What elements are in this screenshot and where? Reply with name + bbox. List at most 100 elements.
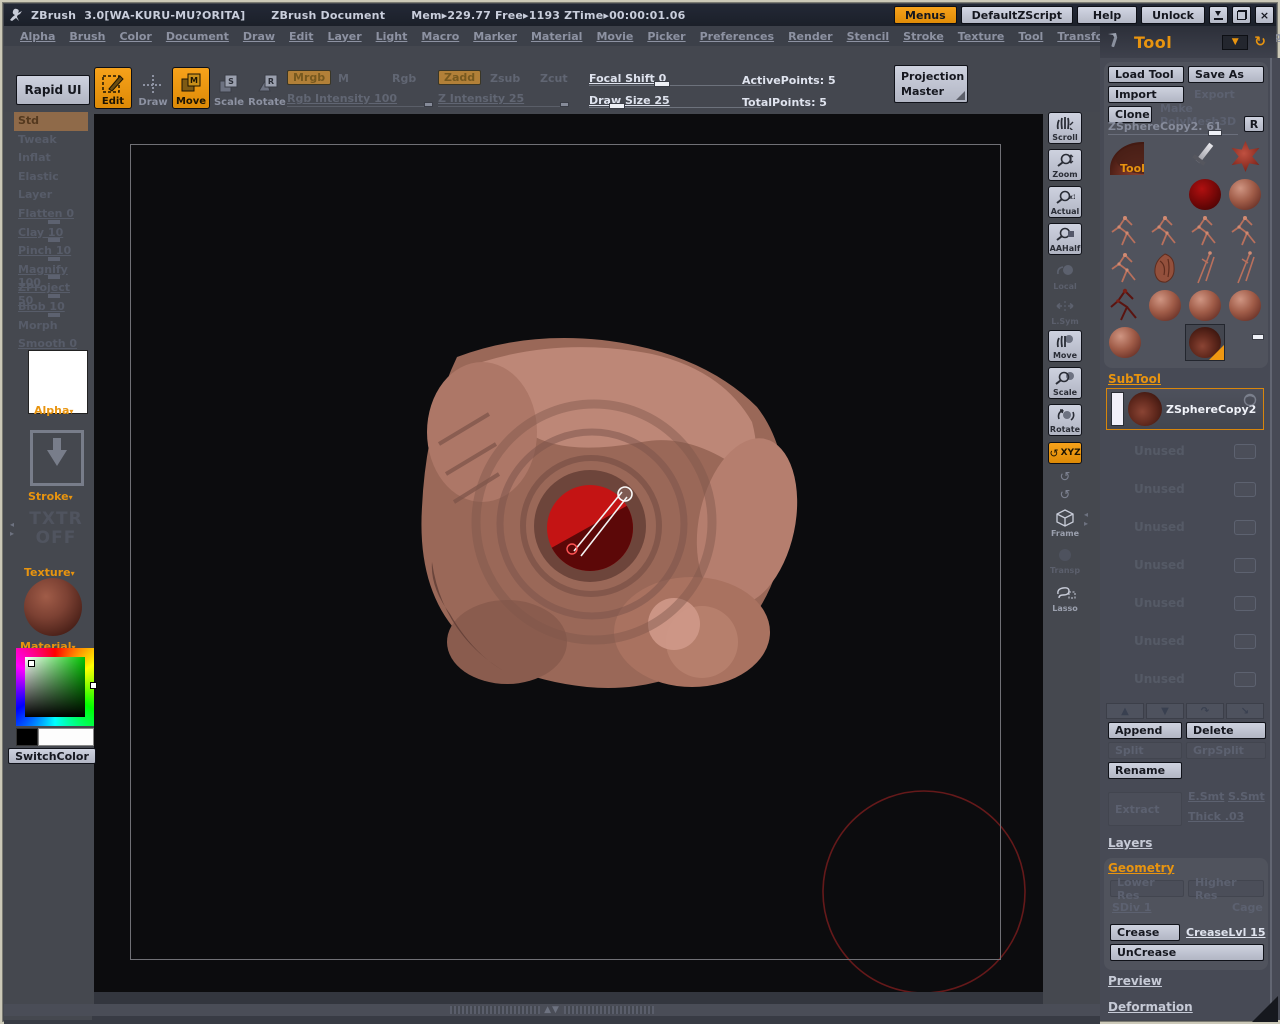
tool-thumbnail[interactable] xyxy=(1186,251,1224,286)
load-tool-button[interactable]: Load Tool xyxy=(1108,66,1184,83)
color-picker[interactable] xyxy=(16,648,94,726)
esmt-slider[interactable]: E.Smt xyxy=(1188,790,1224,803)
edit-mode-button[interactable]: Edit xyxy=(94,67,132,109)
stroke-dropdown[interactable]: Stroke▾ xyxy=(28,490,73,503)
actual-size-button[interactable]: x1 Actual xyxy=(1048,186,1082,218)
tool-thumbnail[interactable] xyxy=(1186,288,1224,323)
move-down-button[interactable]: ▼ xyxy=(1146,703,1184,719)
close-button[interactable]: × xyxy=(1255,6,1274,24)
menu-item[interactable]: Stencil xyxy=(847,30,890,43)
brush-item[interactable]: Inflat xyxy=(14,149,88,168)
subtool-checkbox[interactable] xyxy=(1234,520,1256,535)
tool-thumbnail[interactable] xyxy=(1106,288,1144,323)
tool-thumbnail[interactable] xyxy=(1226,214,1264,249)
texture-off-thumbnail[interactable]: TXTROFF xyxy=(18,510,94,548)
menu-item[interactable]: Tool xyxy=(1018,30,1043,43)
uncrease-button[interactable]: UnCrease xyxy=(1110,944,1264,961)
rotate-mode-button[interactable]: R Rotate xyxy=(248,67,286,109)
default-zscript-button[interactable]: DefaultZScript xyxy=(961,6,1073,24)
focal-shift-handle[interactable] xyxy=(654,81,670,87)
menu-item[interactable]: Render xyxy=(788,30,833,43)
menu-item[interactable]: Movie xyxy=(596,30,633,43)
brush-item[interactable]: Morph xyxy=(14,317,88,336)
tool-thumbnail[interactable] xyxy=(1226,288,1264,323)
alpha-dropdown[interactable]: Alpha▾ xyxy=(34,404,73,417)
left-pane-splitter[interactable]: ◂▸ xyxy=(10,520,14,538)
rapid-ui-button[interactable]: Rapid UI xyxy=(16,75,90,105)
tool-name-slider-handle[interactable] xyxy=(1208,130,1222,136)
rename-button[interactable]: Rename xyxy=(1108,762,1182,779)
menu-item[interactable]: Brush xyxy=(69,30,105,43)
menu-item[interactable]: Marker xyxy=(473,30,517,43)
draw-mode-button[interactable]: Draw xyxy=(136,67,170,109)
extract-button[interactable]: Extract xyxy=(1108,792,1182,826)
scroll-button[interactable]: Scroll xyxy=(1048,112,1082,144)
brush-item[interactable]: ZProject 50 xyxy=(14,279,88,298)
menu-item[interactable]: Texture xyxy=(958,30,1005,43)
secondary-color-swatch[interactable] xyxy=(16,728,38,746)
panel-scrollbar[interactable] xyxy=(1270,58,1272,1020)
delete-button[interactable]: Delete xyxy=(1186,722,1266,739)
menu-item[interactable]: Color xyxy=(119,30,151,43)
subtool-checkbox[interactable] xyxy=(1234,558,1256,573)
r-button[interactable]: R xyxy=(1244,116,1264,132)
brush-item[interactable]: Tweak xyxy=(14,131,88,150)
rotate-z-icon[interactable]: ↺ xyxy=(1054,488,1076,504)
m-toggle[interactable]: M xyxy=(338,72,349,85)
tool-thumbnail[interactable] xyxy=(1146,325,1184,360)
brush-item[interactable]: Magnify 100 xyxy=(14,261,88,280)
brush-item[interactable]: Std xyxy=(14,112,88,131)
rgb-intensity-handle[interactable] xyxy=(424,102,433,107)
mrgb-toggle[interactable]: Mrgb xyxy=(287,70,331,85)
brush-item[interactable]: Flatten 0 xyxy=(14,205,88,224)
eye-icon[interactable] xyxy=(1241,392,1259,411)
right-pane-splitter[interactable]: ◂▸ xyxy=(1084,510,1088,528)
scale-mode-button[interactable]: S Scale xyxy=(212,67,246,109)
subtool-checkbox[interactable] xyxy=(1234,672,1256,687)
tool-thumbnail[interactable] xyxy=(1106,325,1144,360)
active-tool-preview[interactable]: Tool▾ xyxy=(1106,140,1144,175)
switch-color-button[interactable]: SwitchColor xyxy=(8,748,96,764)
move-up-button[interactable]: ▲ xyxy=(1106,703,1144,719)
document-canvas[interactable] xyxy=(94,114,1043,992)
crease-button[interactable]: Crease xyxy=(1110,924,1180,941)
brush-item[interactable]: Layer xyxy=(14,186,88,205)
menu-item[interactable]: Macro xyxy=(421,30,459,43)
tool-thumbnail[interactable] xyxy=(1226,251,1264,286)
export-button[interactable]: Export xyxy=(1188,86,1264,103)
zadd-toggle[interactable]: Zadd xyxy=(438,70,481,85)
save-as-button[interactable]: Save As xyxy=(1188,66,1264,83)
rgb-toggle[interactable]: Rgb xyxy=(392,72,416,85)
aa-half-button[interactable]: AAHalf xyxy=(1048,223,1082,255)
restore-button[interactable] xyxy=(1232,6,1251,24)
menu-item[interactable]: Picker xyxy=(647,30,685,43)
lower-res-button[interactable]: Lower Res xyxy=(1110,880,1184,897)
tool-thumbnail[interactable] xyxy=(1186,325,1224,360)
tool-thumbnail[interactable] xyxy=(1106,251,1144,286)
zoom-button[interactable]: Zoom xyxy=(1048,149,1082,181)
tool-thumbnail[interactable] xyxy=(1186,177,1224,212)
subtool-unused-row[interactable]: Unused xyxy=(1106,510,1264,548)
split-button[interactable]: Split xyxy=(1108,742,1182,759)
brush-item[interactable]: Clay 10 xyxy=(14,224,88,243)
menu-item[interactable]: Document xyxy=(166,30,229,43)
tool-dropdown[interactable]: Tool▾ xyxy=(1120,162,1144,175)
tool-thumbnail[interactable] xyxy=(1146,251,1184,286)
duplicate-up-button[interactable]: ↷ xyxy=(1186,703,1224,719)
menu-item[interactable]: Light xyxy=(376,30,408,43)
subtool-unused-row[interactable]: Unused xyxy=(1106,586,1264,624)
tray-toggle-arrows[interactable]: ▲▼ xyxy=(544,1005,560,1015)
menu-item[interactable]: Draw xyxy=(243,30,275,43)
subtool-unused-row[interactable]: Unused xyxy=(1106,472,1264,510)
tool-thumbnail[interactable] xyxy=(1226,325,1264,360)
projection-master-button[interactable]: Projection Master xyxy=(894,65,968,103)
crease-lvl-slider[interactable]: CreaseLvl 15 xyxy=(1186,926,1265,939)
help-button[interactable]: Help xyxy=(1077,6,1137,24)
subtool-checkbox[interactable] xyxy=(1234,596,1256,611)
menus-button[interactable]: Menus xyxy=(894,6,957,24)
duplicate-down-button[interactable]: ↘ xyxy=(1226,703,1264,719)
preview-section-header[interactable]: Preview xyxy=(1108,974,1162,988)
brush-item[interactable]: Blob 10 xyxy=(14,298,88,317)
subtool-active-item[interactable]: ZSphereCopy2 xyxy=(1106,388,1264,430)
append-button[interactable]: Append xyxy=(1108,722,1182,739)
